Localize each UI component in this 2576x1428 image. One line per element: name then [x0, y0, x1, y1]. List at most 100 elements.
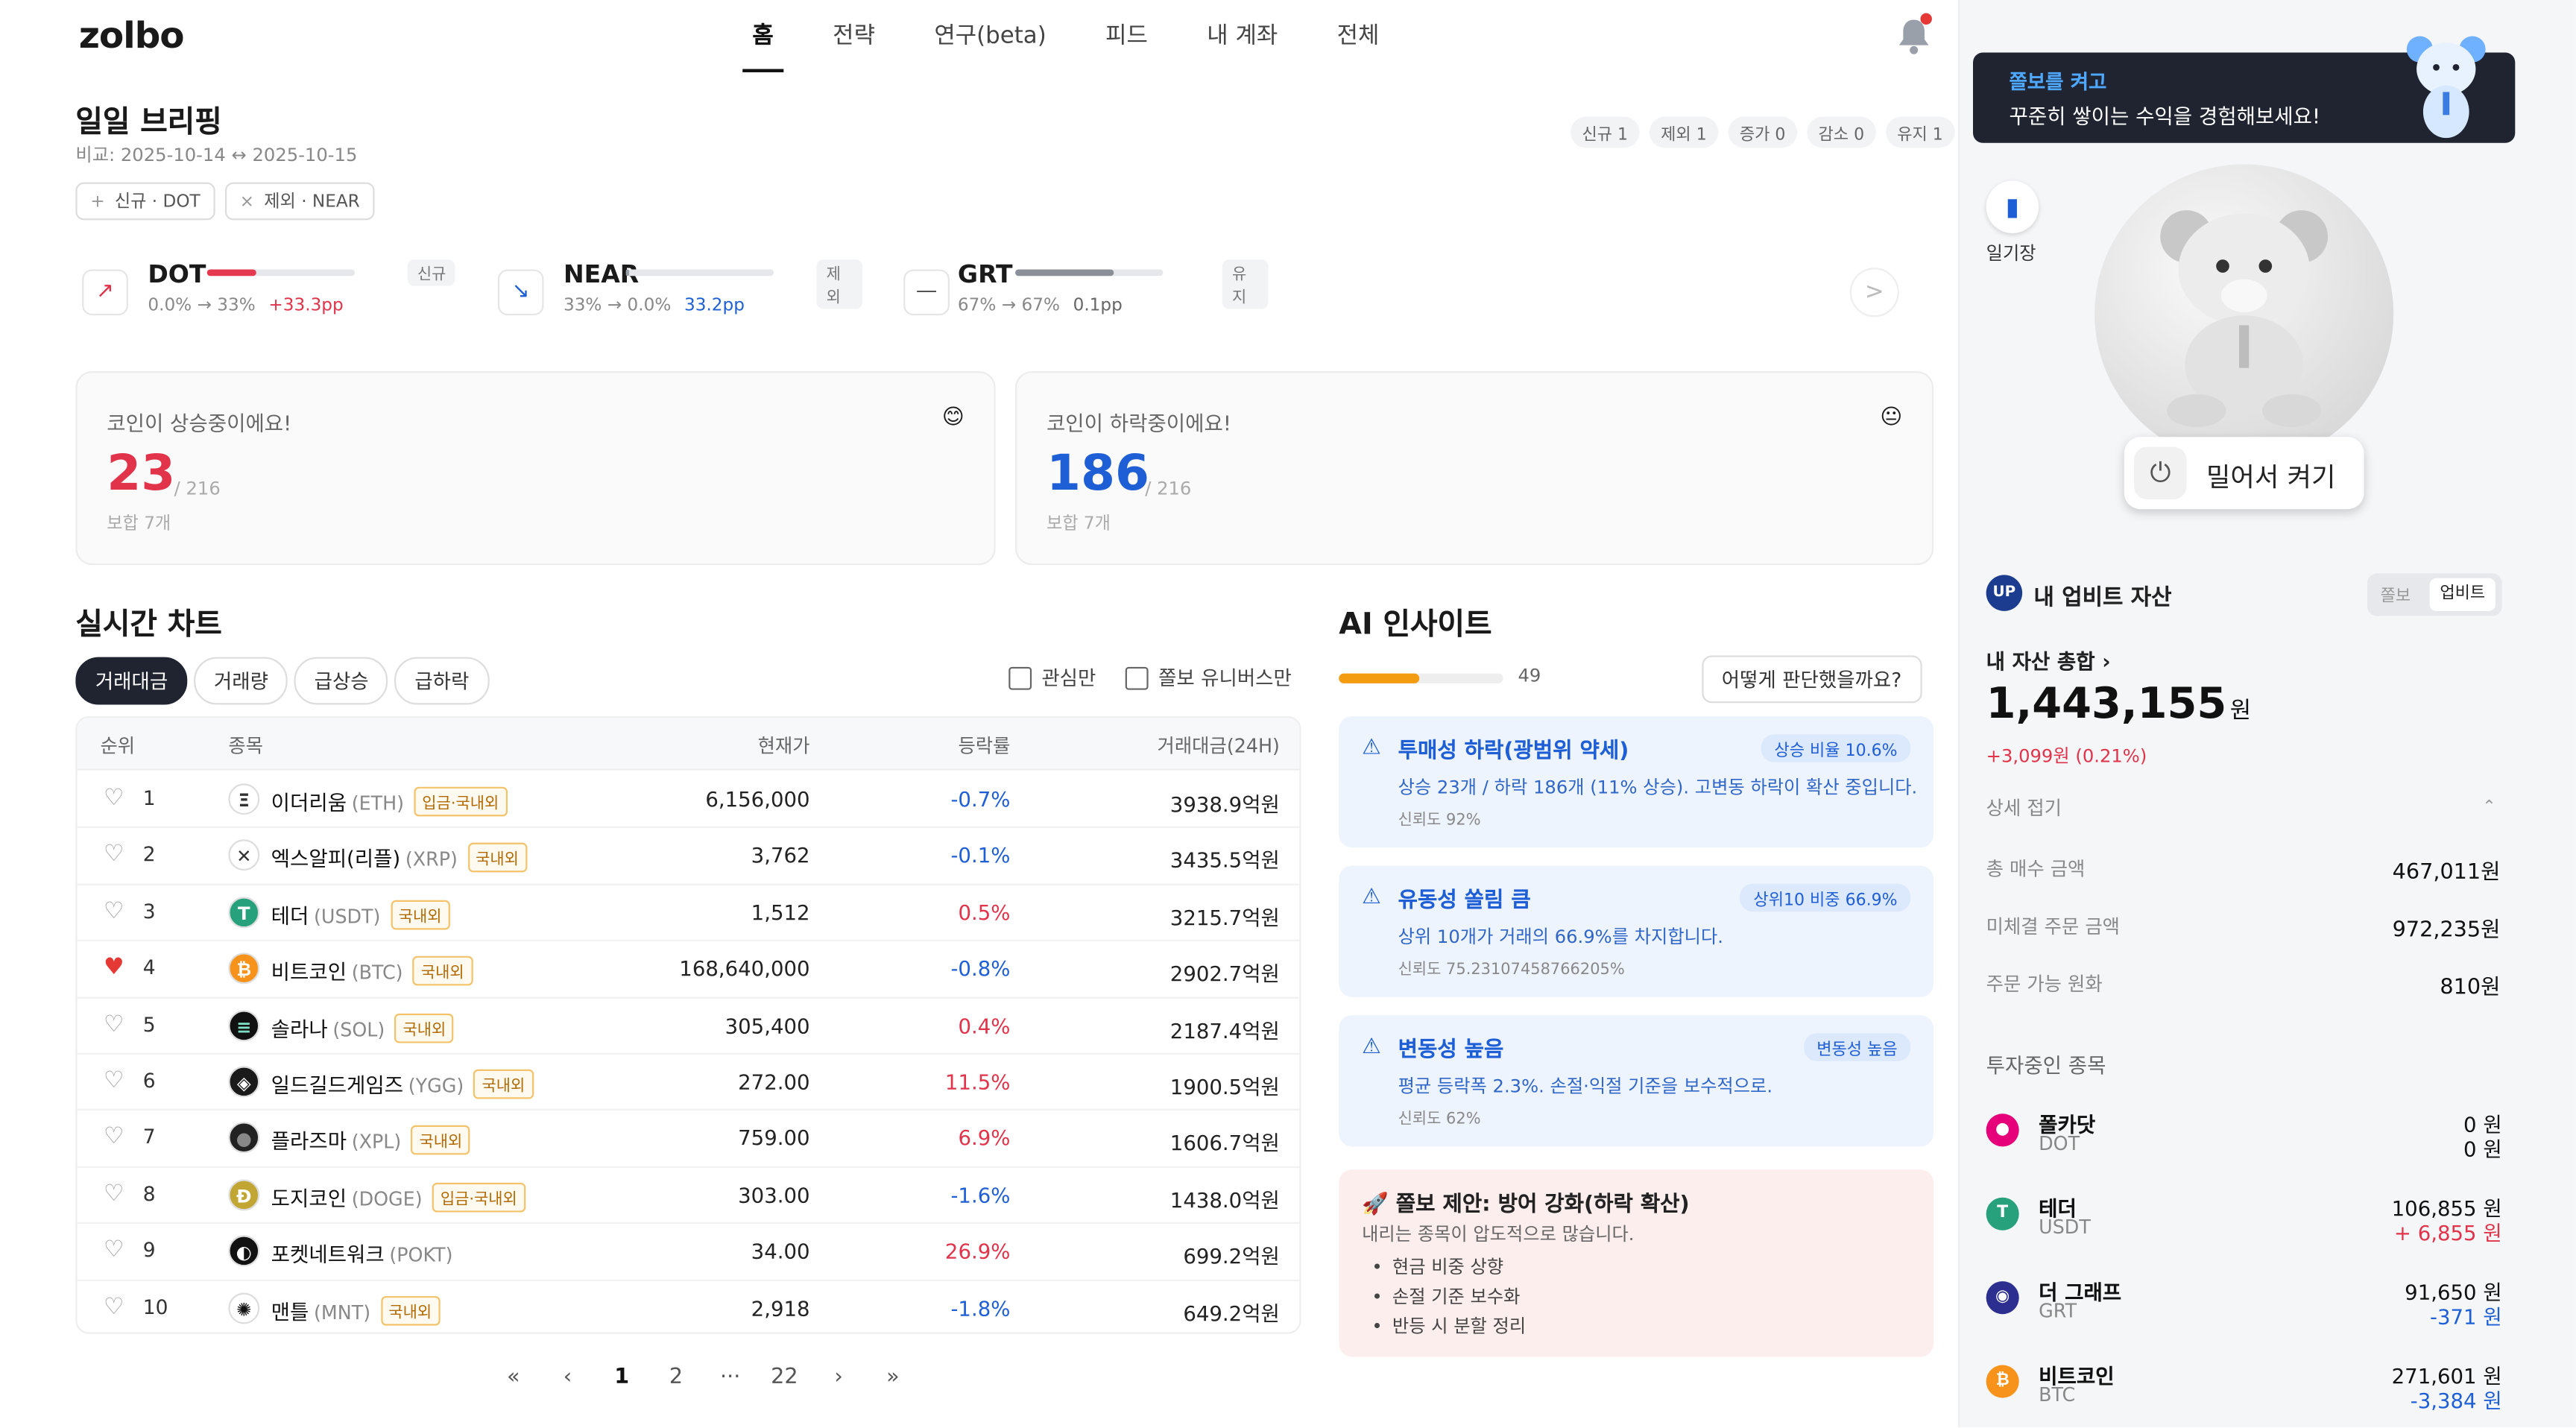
pagination: « ‹ 1 2 ··· 22 › »: [486, 1362, 920, 1394]
heart-icon[interactable]: ♥: [104, 956, 124, 979]
heart-icon[interactable]: ♡: [104, 1070, 124, 1093]
neutral-face-icon: 😐: [1880, 405, 1903, 431]
last-page-button[interactable]: »: [866, 1362, 921, 1394]
price: 759.00: [738, 1125, 810, 1151]
heart-icon[interactable]: ♡: [104, 787, 124, 810]
filter-universe[interactable]: 쫄보 유니버스만: [1126, 663, 1292, 691]
table-row[interactable]: ♡ 3 T 테더 (USDT) 국내외 1,512 0.5% 3215.7억원: [77, 885, 1300, 942]
coin-name[interactable]: 포켓네트워크 (POKT): [271, 1237, 453, 1269]
nav-all[interactable]: 전체: [1307, 19, 1409, 72]
trend-down-icon: ↘: [497, 269, 544, 316]
heart-icon[interactable]: ♡: [104, 1239, 124, 1262]
table-row[interactable]: ♡ 8 Ð 도지코인 (DOGE) 입금·국내외 303.00 -1.6% 1438.0억원: [77, 1168, 1300, 1225]
table-row[interactable]: ♡ 5 ≡ 솔라나 (SOL) 국내외 305,400 0.4% 2187.4억원: [77, 998, 1300, 1055]
seg-zolbo[interactable]: 쫄보: [2381, 581, 2411, 606]
insight-card[interactable]: ⚠ 변동성 높음 변동성 높음 평균 등락폭 2.3%. 손절·익절 기준을 보…: [1339, 1015, 1934, 1147]
bell-icon[interactable]: [1895, 13, 1932, 56]
change-rate: 6.9%: [958, 1125, 1011, 1151]
table-row[interactable]: ♡ 2 ✕ 엑스알피(리플) (XRP) 국내외 3,762 -0.1% 3435.5억원: [77, 829, 1300, 885]
tab-volume[interactable]: 거래량: [194, 657, 288, 705]
nav-feed[interactable]: 피드: [1076, 19, 1177, 72]
nav-home[interactable]: 홈: [723, 19, 804, 72]
change-rate: -0.1%: [950, 843, 1011, 868]
heart-icon[interactable]: ♡: [104, 1295, 124, 1318]
proposal-title: 🚀 쫄보 제안: 방어 강화(하락 확산): [1362, 1192, 1690, 1218]
tab-plunge[interactable]: 급하락: [394, 657, 489, 705]
insight-card[interactable]: ⚠ 투매성 하락(광범위 약세) 상승 비율 10.6% 상승 23개 / 하락…: [1339, 715, 1934, 848]
change-rate: -1.8%: [950, 1295, 1011, 1321]
stat-increase: 증가 0: [1728, 116, 1797, 148]
next-arrow-button[interactable]: >: [1849, 268, 1899, 317]
collapse-details[interactable]: 상세 접기: [1986, 795, 2062, 821]
page-2[interactable]: 2: [649, 1362, 704, 1394]
nav-strategy[interactable]: 전략: [804, 19, 905, 72]
slide-label: 밀어서 켜기: [2206, 461, 2336, 493]
slide-to-turn-on[interactable]: ⏻ 밀어서 켜기: [2124, 437, 2364, 510]
tab-trade-value[interactable]: 거래대금: [75, 657, 188, 705]
chip-new[interactable]: + 신규 · DOT: [75, 182, 215, 221]
total-asset-link[interactable]: 내 자산 총합 ›: [1986, 644, 2111, 675]
trade-value: 2187.4억원: [1169, 1017, 1280, 1043]
coin-name[interactable]: 일드길드게임즈 (YGG) 국내외: [271, 1068, 534, 1099]
nav-research[interactable]: 연구(beta): [905, 19, 1076, 72]
coin-name[interactable]: 맨틀 (MNT) 국내외: [271, 1294, 441, 1325]
heart-icon[interactable]: ♡: [104, 1182, 124, 1205]
holding-item[interactable]: ● 폴카닷 DOT 0 원0 원: [1986, 1107, 2502, 1172]
table-row[interactable]: ♡ 1 Ξ 이더리움 (ETH) 입금·국내외 6,156,000 -0.7% 3938.9억원: [77, 772, 1300, 829]
proposal-sub: 내리는 종목이 압도적으로 많습니다.: [1362, 1223, 1635, 1245]
table-row[interactable]: ♡ 7 ● 플라즈마 (XPL) 국내외 759.00 6.9% 1606.7억원: [77, 1111, 1300, 1168]
coin-name[interactable]: 테더 (USDT) 국내외: [271, 898, 450, 930]
checkbox[interactable]: [1126, 666, 1149, 690]
coin-name[interactable]: 도지코인 (DOGE) 입금·국내외: [271, 1181, 525, 1213]
tab-surge[interactable]: 급상승: [294, 657, 389, 705]
coin-name[interactable]: 이더리움 (ETH) 입금·국내외: [271, 786, 508, 817]
how-judged-button[interactable]: 어떻게 판단했을까요?: [1702, 655, 1922, 704]
table-row[interactable]: ♡ 9 ◐ 포켓네트워크 (POKT) 34.00 26.9% 699.2억원: [77, 1224, 1300, 1281]
heart-icon[interactable]: ♡: [104, 844, 124, 867]
heart-icon[interactable]: ♡: [104, 900, 124, 923]
insight-confidence: 신뢰도 75.23107458766205%: [1398, 961, 1625, 979]
checkbox[interactable]: [1008, 666, 1032, 690]
mover-dot[interactable]: ↗ DOT 신규 0.0% → 33% +33.3pp: [82, 256, 460, 322]
mover-detail: 67% → 67% 0.1pp: [957, 295, 1123, 316]
holding-item[interactable]: ₿ 비트코인 BTC 271,601 원 -3,384 원: [1986, 1359, 2502, 1424]
holding-item[interactable]: T 테더 USDT 106,855 원 + 6,855 원: [1986, 1191, 2502, 1257]
prev-page-button[interactable]: ‹: [540, 1362, 595, 1394]
nav-my-account[interactable]: 내 계좌: [1178, 19, 1307, 72]
mover-grt[interactable]: — GRT 유지 67% → 67% 0.1pp: [903, 256, 1269, 322]
banner-line1: 쫄보를 켜고: [2009, 70, 2107, 94]
table-row[interactable]: ♡ 6 ◈ 일드길드게임즈 (YGG) 국내외 272.00 11.5% 1900.5억원: [77, 1055, 1300, 1111]
first-page-button[interactable]: «: [486, 1362, 540, 1394]
proposal-list: 현금 비중 상향 손절 기준 보수화 반등 시 분할 정리: [1371, 1254, 1526, 1342]
zolbo-logo[interactable]: zolbo: [79, 16, 185, 57]
table-row[interactable]: ♥ 4 ₿ 비트코인 (BTC) 국내외 168,640,000 -0.8% 2902.7억원: [77, 941, 1300, 999]
chip-excluded[interactable]: × 제외 · NEAR: [224, 182, 375, 221]
coin-name[interactable]: 비트코인 (BTC) 국내외: [271, 955, 473, 986]
coin-name[interactable]: 플라즈마 (XPL) 국내외: [271, 1124, 471, 1156]
insight-card[interactable]: ⚠ 유동성 쏠림 큼 상위10 비중 66.9% 상위 10개가 거래의 66.…: [1339, 865, 1934, 997]
diary-icon[interactable]: ▮: [1986, 180, 2039, 233]
trade-value: 1900.5억원: [1169, 1074, 1280, 1099]
heart-icon[interactable]: ♡: [104, 1126, 124, 1149]
bear-orb: [2094, 164, 2394, 464]
upbit-logo-icon: UP: [1986, 575, 2023, 611]
holding-symbol: DOT: [2039, 1131, 2080, 1155]
holding-delta: + 6,855 원: [2393, 1220, 2502, 1245]
next-page-button[interactable]: ›: [812, 1362, 866, 1394]
coin-name[interactable]: 솔라나 (SOL) 국내외: [271, 1011, 455, 1043]
coin-name[interactable]: 엑스알피(리플) (XRP) 국내외: [271, 841, 528, 873]
rising-count: 23: [107, 445, 176, 503]
table-row[interactable]: ♡ 10 ✺ 맨틀 (MNT) 국내외 2,918 -1.8% 649.2억원: [78, 1280, 1300, 1332]
power-icon[interactable]: ⏻: [2133, 446, 2187, 500]
falling-count: 186: [1046, 445, 1149, 503]
page-22[interactable]: 22: [757, 1362, 812, 1394]
mover-near[interactable]: ↘ NEAR 제외 33% → 0.0% 33.2pp: [497, 256, 863, 322]
chevron-up-icon[interactable]: ⌃: [2482, 798, 2496, 816]
holding-item[interactable]: ◉ 더 그래프 GRT 91,650 원 -371 원: [1986, 1274, 2502, 1340]
filter-watchlist[interactable]: 관심만: [1008, 663, 1096, 691]
heart-icon[interactable]: ♡: [104, 1013, 124, 1036]
seg-upbit[interactable]: 업비트: [2429, 578, 2496, 611]
page-1[interactable]: 1: [595, 1362, 649, 1394]
promo-banner[interactable]: 쫄보를 켜고 꾸준히 쌓이는 수익을 경험해보세요!: [1973, 36, 2516, 143]
insight-title: 변동성 높음: [1398, 1037, 1504, 1063]
